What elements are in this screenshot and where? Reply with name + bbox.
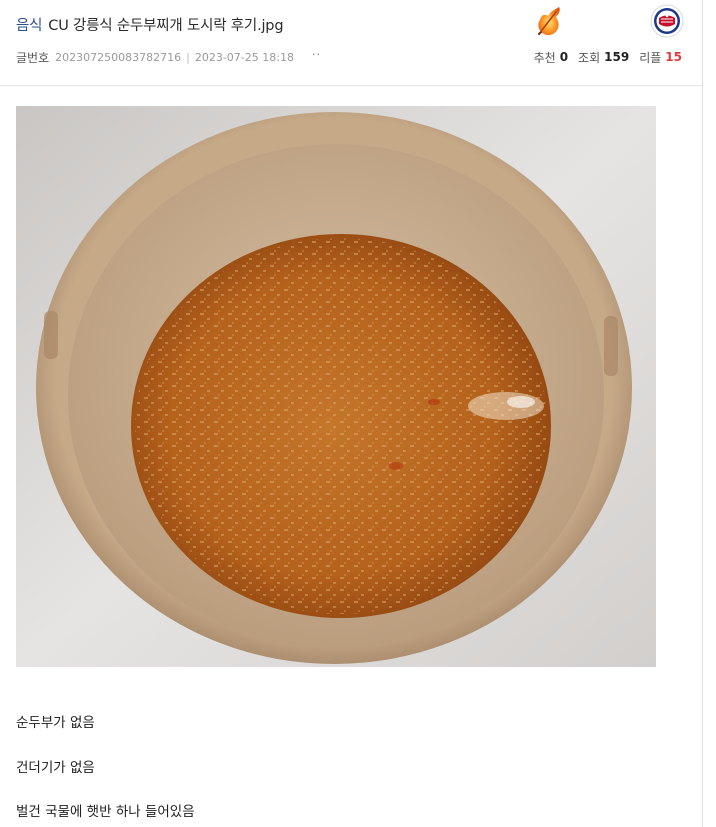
content-line-1: 순두부가 없음 <box>16 715 95 731</box>
post-photo[interactable] <box>16 106 656 667</box>
recommend-label: 추천 <box>533 50 556 65</box>
fire-badge-icon <box>532 4 566 38</box>
post-meta: 글번호 20230725008378271​6 | 2023-07-25 18:… <box>16 48 321 66</box>
content-line-3: 벌건 국물에 햇반 하나 들어있음 <box>16 804 195 820</box>
post-page: 음식 CU 강릉식 순두부찌개 도시락 후기.jpg 글번호 202307250… <box>0 0 716 827</box>
meta-separator: | <box>186 50 190 64</box>
post-stats: 추천 0 조회 159 리플 15 <box>534 48 682 66</box>
page-divider <box>702 0 703 827</box>
recommend-count: 0 <box>559 50 569 64</box>
post-title-row: 음식 CU 강릉식 순두부찌개 도시락 후기.jpg <box>16 12 284 36</box>
post-title: CU 강릉식 순두부찌개 도시락 후기.jpg <box>48 17 284 34</box>
replies-label: 리플 <box>639 50 662 65</box>
content-line-2: 건더기가 없음 <box>16 760 95 776</box>
views-label: 조회 <box>578 50 601 65</box>
post-header: 음식 CU 강릉식 순두부찌개 도시락 후기.jpg 글번호 202307250… <box>0 0 702 86</box>
replies-count[interactable]: 15 <box>665 50 682 64</box>
phillies-logo-icon <box>650 4 684 38</box>
views-count: 159 <box>604 50 630 64</box>
post-id-label: 글번호 <box>16 50 50 65</box>
post-id-value: 20230725008378271​6 <box>55 50 182 64</box>
post-date: 2023-07-25 18:18 <box>194 50 294 64</box>
more-options-icon[interactable]: ·· <box>312 48 321 61</box>
post-category[interactable]: 음식 <box>16 14 42 35</box>
post-body: 순두부가 없음 건더기가 없음 벌건 국물에 햇반 하나 들어있음 <box>0 86 702 827</box>
